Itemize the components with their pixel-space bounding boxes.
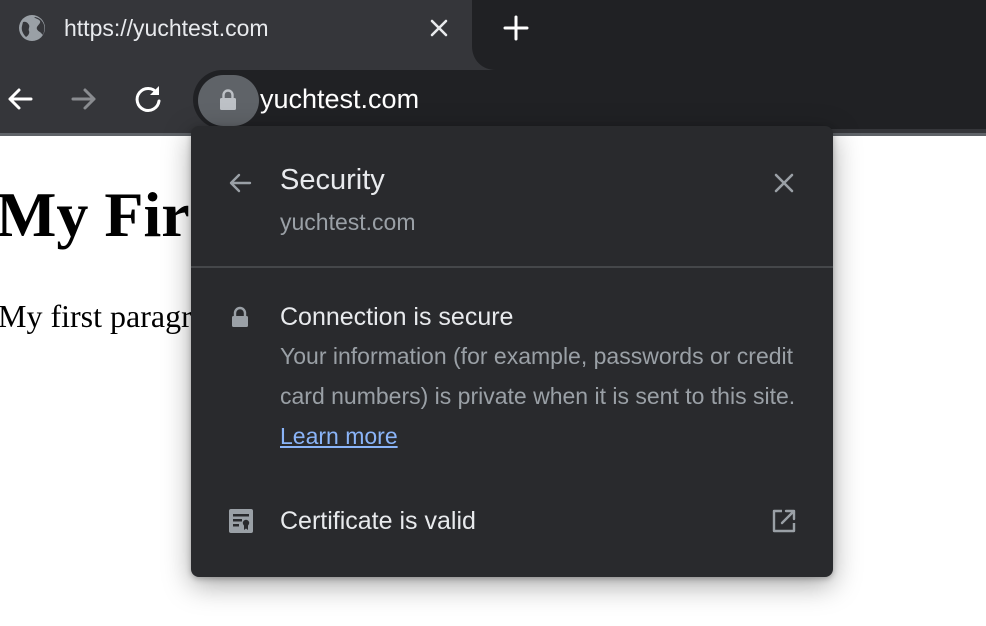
plus-icon[interactable] <box>500 12 532 44</box>
arrow-left-icon[interactable] <box>3 82 37 116</box>
connection-description-text: Your information (for example, passwords… <box>280 343 796 409</box>
lock-icon <box>220 89 236 110</box>
certificate-button[interactable]: Certificate is valid <box>191 494 833 550</box>
connection-description: Your information (for example, passwords… <box>280 336 810 456</box>
popup-subtitle: yuchtest.com <box>280 209 416 235</box>
connection-status-title: Connection is secure <box>280 303 514 331</box>
arrow-right-icon[interactable] <box>67 82 101 116</box>
toolbar: yuchtest.com <box>0 70 986 133</box>
globe-icon <box>19 15 45 41</box>
popup-divider <box>191 266 833 268</box>
site-info-button[interactable] <box>198 75 259 126</box>
back-arrow-icon[interactable] <box>225 168 255 198</box>
address-bar[interactable]: yuchtest.com <box>193 70 986 129</box>
browser-tab[interactable]: https://yuchtest.com <box>0 0 472 70</box>
certificate-icon <box>229 509 253 533</box>
learn-more-link[interactable]: Learn more <box>280 423 398 449</box>
tab-strip: https://yuchtest.com <box>0 0 986 70</box>
tab-corner <box>472 46 496 70</box>
certificate-label: Certificate is valid <box>280 507 476 535</box>
url-text[interactable]: yuchtest.com <box>260 82 419 116</box>
security-popup: Security yuchtest.com Connection is secu… <box>191 126 833 577</box>
external-link-icon[interactable] <box>770 507 798 535</box>
close-icon[interactable] <box>769 168 799 198</box>
reload-icon[interactable] <box>131 82 165 116</box>
tab-title: https://yuchtest.com <box>64 15 269 41</box>
popup-title: Security <box>280 164 385 196</box>
lock-icon <box>232 306 248 327</box>
close-tab-icon[interactable] <box>425 14 453 42</box>
